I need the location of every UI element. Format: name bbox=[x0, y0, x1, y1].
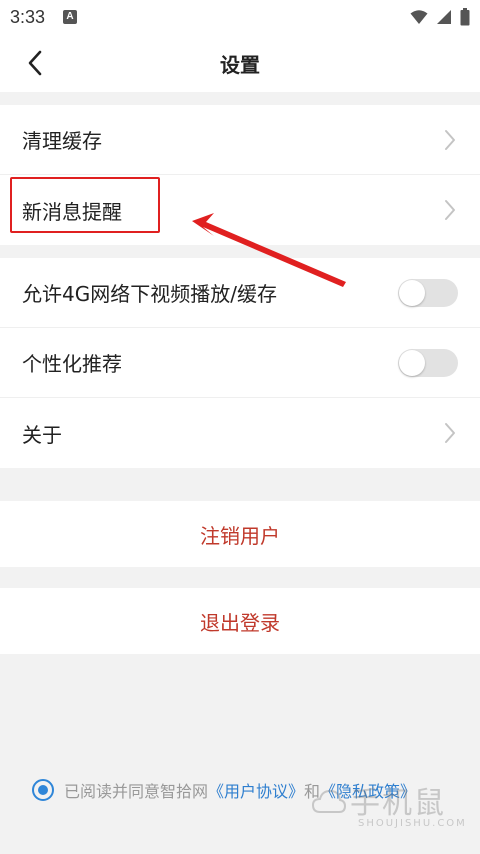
cancel-account-label: 注销用户 bbox=[200, 523, 280, 548]
chevron-left-icon bbox=[28, 50, 42, 76]
battery-icon bbox=[460, 8, 470, 26]
notification-icon: A bbox=[63, 10, 78, 24]
chevron-right-icon bbox=[445, 200, 455, 220]
privacy-policy-link[interactable]: 《隐私政策》 bbox=[320, 778, 416, 802]
personalized-recommend-label: 个性化推荐 bbox=[22, 352, 122, 376]
toggle-knob bbox=[399, 349, 425, 376]
signal-icon bbox=[437, 10, 451, 24]
clear-cache-label: 清理缓存 bbox=[22, 129, 102, 153]
status-time: 3:33 bbox=[10, 6, 46, 27]
status-icons bbox=[410, 8, 470, 26]
new-message-reminder-label: 新消息提醒 bbox=[22, 199, 122, 224]
logout-button[interactable]: 退出登录 bbox=[0, 588, 480, 654]
toggle-knob bbox=[399, 279, 425, 306]
allow-4g-video-item: 允许4G网络下视频播放/缓存 bbox=[0, 258, 480, 328]
agreement-row: 已阅读并同意智拾网 《用户协议》 和 《隐私政策》 bbox=[32, 778, 416, 802]
personalized-recommend-item: 个性化推荐 bbox=[0, 328, 480, 398]
settings-group-general: 允许4G网络下视频播放/缓存 个性化推荐 关于 bbox=[0, 258, 480, 468]
agreement-conjunction: 和 bbox=[304, 782, 321, 801]
new-message-reminder-item[interactable]: 新消息提醒 bbox=[0, 175, 480, 245]
watermark-subtext: SHOUJISHU.COM bbox=[358, 818, 467, 829]
chevron-right-icon bbox=[445, 423, 455, 443]
personalized-recommend-toggle[interactable] bbox=[398, 348, 458, 377]
allow-4g-video-label: 允许4G网络下视频播放/缓存 bbox=[22, 282, 277, 306]
clear-cache-item[interactable]: 清理缓存 bbox=[0, 105, 480, 175]
back-button[interactable] bbox=[20, 48, 50, 78]
about-label: 关于 bbox=[22, 422, 62, 447]
cancel-account-button[interactable]: 注销用户 bbox=[0, 501, 480, 567]
agreement-radio[interactable] bbox=[32, 779, 54, 801]
wifi-icon bbox=[410, 10, 428, 24]
about-item[interactable]: 关于 bbox=[0, 398, 480, 468]
chevron-right-icon bbox=[445, 129, 455, 150]
agreement-prefix: 已阅读并同意智拾网 bbox=[64, 782, 209, 801]
page-title: 设置 bbox=[220, 52, 260, 77]
settings-group-cache: 清理缓存 新消息提醒 bbox=[0, 105, 480, 245]
app-header: 设置 bbox=[0, 34, 480, 92]
allow-4g-video-toggle[interactable] bbox=[398, 278, 458, 307]
status-bar: 3:33 A bbox=[0, 0, 480, 34]
logout-label: 退出登录 bbox=[200, 610, 280, 635]
user-agreement-link[interactable]: 《用户协议》 bbox=[208, 778, 304, 802]
